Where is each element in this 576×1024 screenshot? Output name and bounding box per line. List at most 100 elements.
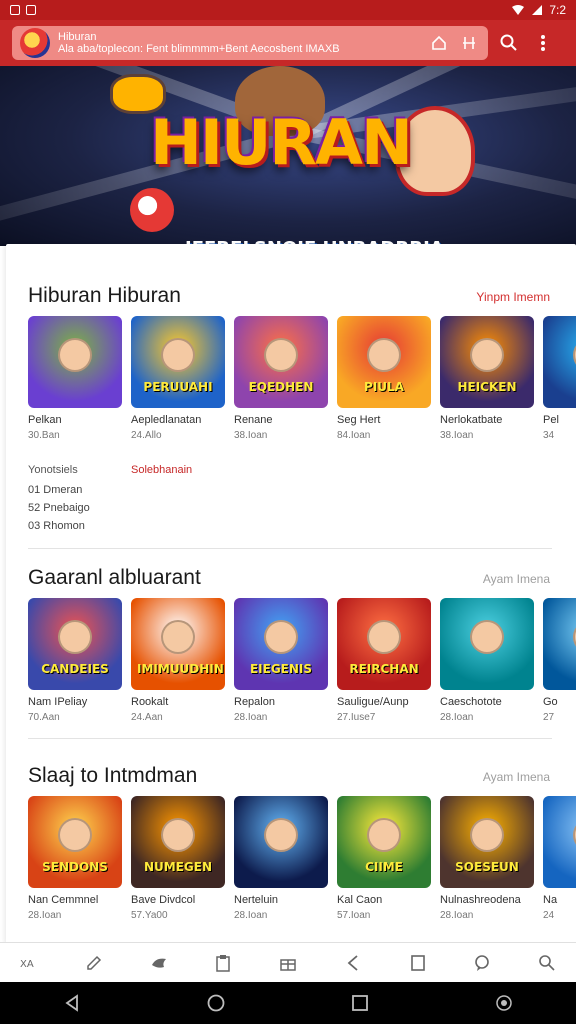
character-icon bbox=[58, 818, 92, 852]
game-card[interactable]: SOESEUN Nulnashreodena 28.Ioan bbox=[440, 796, 534, 921]
character-icon bbox=[470, 338, 504, 372]
character-icon bbox=[264, 338, 298, 372]
game-meta: 84.Ioan bbox=[337, 430, 371, 441]
tabs-icon[interactable] bbox=[458, 32, 480, 54]
bottom-toolbar: XA bbox=[0, 942, 576, 982]
game-card[interactable]: Na 24 bbox=[543, 796, 576, 921]
chat-icon[interactable] bbox=[467, 948, 497, 978]
game-meta: 70.Aan bbox=[28, 712, 60, 723]
bird-icon[interactable] bbox=[144, 948, 174, 978]
clipboard-icon[interactable] bbox=[208, 948, 238, 978]
game-card[interactable]: Nerteluin 28.Ioan bbox=[234, 796, 328, 921]
home-icon[interactable] bbox=[428, 32, 450, 54]
game-card[interactable]: PIULA Seg Hert 84.Ioan bbox=[337, 316, 431, 441]
more-vert-icon[interactable] bbox=[530, 28, 556, 58]
hero-banner[interactable]: HIURAN IFERELSNOIE HNRADRRIA bbox=[0, 66, 576, 246]
edit-icon[interactable] bbox=[79, 948, 109, 978]
game-title: Pel bbox=[543, 414, 559, 426]
search-icon[interactable] bbox=[532, 948, 562, 978]
game-thumbnail[interactable]: PERUUAHI bbox=[131, 316, 225, 408]
back-triangle-icon[interactable] bbox=[52, 983, 92, 1023]
browser-toolbar: Hiburan Ala aba/toplecon: Fent blimmmm+B… bbox=[0, 20, 576, 66]
game-card[interactable]: PERUUAHI Aepledlanatan 24.Allo bbox=[131, 316, 225, 441]
thumbnail-text: PERUUAHI bbox=[143, 380, 213, 394]
game-card[interactable]: Go 27 bbox=[543, 598, 576, 723]
divider bbox=[28, 738, 552, 739]
assistant-icon[interactable] bbox=[484, 983, 524, 1023]
game-thumbnail[interactable]: PIULA bbox=[337, 316, 431, 408]
game-thumbnail[interactable]: CANDEIES bbox=[28, 598, 122, 690]
game-card[interactable]: EQEDHEN Renane 38.Ioan bbox=[234, 316, 328, 441]
game-thumbnail[interactable]: EQEDHEN bbox=[234, 316, 328, 408]
game-meta: 34 bbox=[543, 430, 555, 441]
game-card[interactable]: SENDONS Nan Cemmnel 28.Ioan bbox=[28, 796, 122, 921]
see-more-link[interactable]: Ayam Imena bbox=[483, 770, 550, 784]
system-nav-bar bbox=[0, 982, 576, 1024]
info-block: Yonotsiels Solebhanain 01 Dmeran 52 Pneb… bbox=[28, 464, 328, 532]
game-card[interactable]: IMIMUUDHIN Rookalt 24.Aan bbox=[131, 598, 225, 723]
game-thumbnail[interactable]: REIRCHAN bbox=[337, 598, 431, 690]
game-title: Renane bbox=[234, 414, 273, 426]
gift-icon[interactable] bbox=[273, 948, 303, 978]
game-title: Nerlokatbate bbox=[440, 414, 503, 426]
see-more-link[interactable]: Ayam Imena bbox=[483, 572, 550, 586]
translate-icon[interactable]: XA bbox=[14, 948, 44, 978]
game-thumbnail[interactable] bbox=[234, 796, 328, 888]
game-thumbnail[interactable] bbox=[543, 598, 576, 690]
game-card[interactable]: NUMEGEN Bave Divdcol 57.Ya00 bbox=[131, 796, 225, 921]
home-circle-icon[interactable] bbox=[196, 983, 236, 1023]
game-title: Rookalt bbox=[131, 696, 169, 708]
game-thumbnail[interactable] bbox=[28, 316, 122, 408]
game-thumbnail[interactable] bbox=[543, 316, 576, 408]
hero-ball-icon bbox=[130, 188, 174, 232]
game-title: Go bbox=[543, 696, 558, 708]
game-thumbnail[interactable] bbox=[440, 598, 534, 690]
status-bar: 7:2 bbox=[0, 0, 576, 20]
game-card[interactable]: CIIME Kal Caon 57.Ioan bbox=[337, 796, 431, 921]
character-icon bbox=[367, 818, 401, 852]
search-icon[interactable] bbox=[496, 28, 522, 58]
character-icon bbox=[367, 620, 401, 654]
url-text[interactable]: Ala aba/toplecon: Fent blimmmm+Bent Aeco… bbox=[58, 43, 420, 55]
game-thumbnail[interactable]: IMIMUUDHIN bbox=[131, 598, 225, 690]
divider bbox=[28, 548, 552, 549]
game-meta: 30.Ban bbox=[28, 430, 60, 441]
game-thumbnail[interactable]: CIIME bbox=[337, 796, 431, 888]
game-thumbnail[interactable]: SOESEUN bbox=[440, 796, 534, 888]
character-icon bbox=[470, 620, 504, 654]
card-row: Pelkan 30.Ban PERUUAHI Aepledlanatan 24.Allo… bbox=[28, 316, 576, 446]
address-bar[interactable]: Hiburan Ala aba/toplecon: Fent blimmmm+B… bbox=[12, 26, 488, 60]
game-title: Nerteluin bbox=[234, 894, 279, 906]
thumbnail-text: EQEDHEN bbox=[248, 380, 314, 394]
notification-icons bbox=[10, 5, 36, 15]
game-thumbnail[interactable]: NUMEGEN bbox=[131, 796, 225, 888]
game-thumbnail[interactable]: EIEGENIS bbox=[234, 598, 328, 690]
game-thumbnail[interactable]: HEICKEN bbox=[440, 316, 534, 408]
game-meta: 28.Ioan bbox=[440, 712, 474, 723]
game-card[interactable]: REIRCHAN Sauligue/Aunp 27.Iuse7 bbox=[337, 598, 431, 723]
notification-icon bbox=[10, 5, 20, 15]
game-meta: 57.Ya00 bbox=[131, 910, 168, 921]
card-row: SENDONS Nan Cemmnel 28.Ioan NUMEGEN Bave Div… bbox=[28, 796, 576, 926]
game-card[interactable]: EIEGENIS Repalon 28.Ioan bbox=[234, 598, 328, 723]
game-thumbnail[interactable]: SENDONS bbox=[28, 796, 122, 888]
game-card[interactable]: HEICKEN Nerlokatbate 38.Ioan bbox=[440, 316, 534, 441]
see-more-link[interactable]: Yinpm Imemn bbox=[476, 290, 550, 304]
back-icon[interactable] bbox=[338, 948, 368, 978]
game-title: Nan Cemmnel bbox=[28, 894, 99, 906]
game-card[interactable]: CANDEIES Nam IPeliay 70.Aan bbox=[28, 598, 122, 723]
game-meta: 57.Ioan bbox=[337, 910, 371, 921]
thumbnail-text: EIEGENIS bbox=[249, 662, 313, 676]
game-card[interactable]: Pelkan 30.Ban bbox=[28, 316, 122, 441]
square-icon[interactable] bbox=[403, 948, 433, 978]
game-card[interactable]: Caeschotote 28.Ioan bbox=[440, 598, 534, 723]
info-link[interactable]: Solebhanain bbox=[131, 464, 192, 476]
thumbnail-text: NUMEGEN bbox=[143, 860, 212, 874]
info-line: 03 Rhomon bbox=[28, 520, 85, 532]
thumbnail-text: CIIME bbox=[365, 860, 403, 874]
wifi-icon bbox=[512, 5, 525, 15]
recents-square-icon[interactable] bbox=[340, 983, 380, 1023]
page-title: Hiburan bbox=[58, 31, 97, 43]
game-thumbnail[interactable] bbox=[543, 796, 576, 888]
game-card[interactable]: Pel 34 bbox=[543, 316, 576, 441]
